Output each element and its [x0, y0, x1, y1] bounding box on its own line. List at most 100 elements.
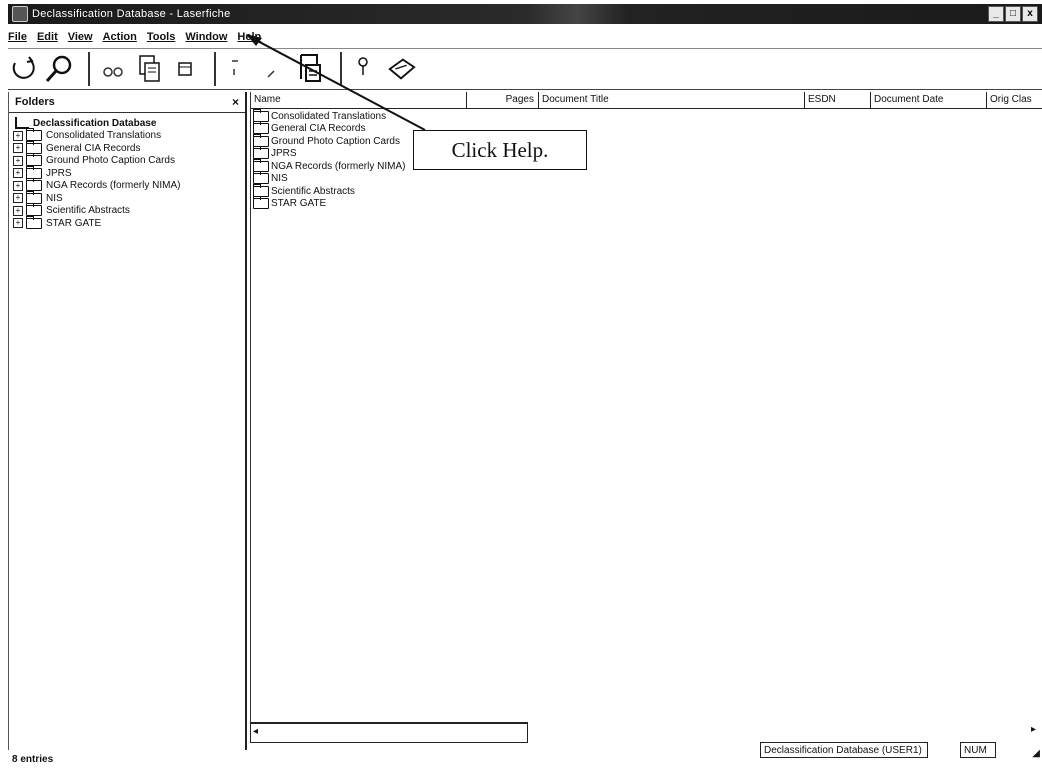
scroll-left-icon[interactable]: ◂: [253, 726, 258, 737]
entries-count: 8 entries: [12, 754, 54, 765]
folder-icon: [253, 108, 269, 122]
status-database: Declassification Database (USER1): [760, 742, 928, 758]
resize-grip-icon[interactable]: ◢: [1032, 748, 1040, 759]
list-item[interactable]: STAR GATE: [253, 196, 405, 211]
folder-tree: Declassification Database + Consolidated…: [9, 113, 245, 234]
menu-bar: File Edit View Action Tools Window Help: [8, 28, 261, 46]
pin-button[interactable]: [350, 53, 380, 85]
column-header-document-title[interactable]: Document Title: [539, 92, 805, 108]
folder-icon: [253, 121, 269, 135]
column-header-name[interactable]: Name: [251, 92, 467, 108]
maximize-button[interactable]: □: [1005, 6, 1021, 22]
scan-button[interactable]: [296, 53, 326, 85]
menu-edit[interactable]: Edit: [37, 31, 58, 43]
list-item[interactable]: NGA Records (formerly NIMA): [253, 158, 406, 173]
close-pane-button[interactable]: ×: [232, 95, 239, 109]
tree-item-label: Scientific Abstracts: [46, 205, 130, 217]
new-folder-button[interactable]: [8, 53, 38, 85]
expand-icon[interactable]: +: [13, 130, 23, 141]
window-title: Declassification Database - Laserfiche: [32, 8, 231, 20]
tree-item-star-gate[interactable]: + STAR GATE: [11, 215, 243, 230]
tree-item-scientific-abstracts[interactable]: + Scientific Abstracts: [11, 203, 243, 218]
edit-icon: [267, 70, 275, 78]
list-item[interactable]: Ground Photo Caption Cards: [253, 133, 405, 148]
folder-icon: [253, 158, 269, 172]
folder-icon: [26, 140, 42, 154]
expand-icon[interactable]: +: [13, 168, 23, 179]
folders-header: Folders ×: [9, 92, 245, 113]
close-button[interactable]: x: [1022, 6, 1038, 22]
tree-item-general-cia-records[interactable]: + General CIA Records: [11, 140, 243, 155]
tree-item-label: STAR GATE: [46, 217, 102, 229]
paste-icon: [178, 62, 192, 76]
list-item[interactable]: JPRS: [253, 146, 405, 161]
tree-item-ground-photo-caption-cards[interactable]: + Ground Photo Caption Cards: [11, 153, 243, 168]
copy-document-button[interactable]: [134, 53, 164, 85]
menu-file[interactable]: File: [8, 31, 27, 43]
folder-icon: [26, 153, 42, 167]
tree-item-label: JPRS: [46, 167, 72, 179]
tree-item-label: Ground Photo Caption Cards: [46, 155, 175, 167]
tree-item-label: Consolidated Translations: [46, 130, 162, 142]
list-item-label: Consolidated Translations: [271, 110, 387, 122]
folder-icon: [26, 165, 42, 179]
expand-icon[interactable]: +: [13, 205, 23, 216]
folder-icon: [26, 128, 42, 142]
list-header: Name Pages Document Title ESDN Document …: [251, 92, 1042, 109]
toolbar-separator: [214, 52, 216, 86]
folder-icon: [253, 146, 269, 160]
tree-item-nis[interactable]: + NIS: [11, 190, 243, 205]
list-item-label: NGA Records (formerly NIMA): [271, 160, 406, 172]
tree-item-label: General CIA Records: [46, 142, 141, 154]
binoculars-icon: [103, 67, 123, 77]
list-item[interactable]: General CIA Records: [253, 121, 405, 136]
list-item[interactable]: Consolidated Translations: [253, 108, 405, 123]
scroll-right-icon[interactable]: ▸: [1031, 724, 1036, 735]
binoculars-button[interactable]: [98, 53, 128, 85]
column-header-esdn[interactable]: ESDN: [805, 92, 871, 108]
briefcase-button[interactable]: [386, 53, 416, 85]
list-item-label: General CIA Records: [271, 123, 366, 135]
search-button[interactable]: [44, 53, 74, 85]
menu-view[interactable]: View: [68, 31, 93, 43]
column-header-document-date[interactable]: Document Date: [871, 92, 987, 108]
expand-icon[interactable]: +: [13, 180, 23, 191]
menu-tools[interactable]: Tools: [147, 31, 176, 43]
folder-icon: [253, 171, 269, 185]
folder-icon: [26, 190, 42, 204]
paste-button[interactable]: [170, 53, 200, 85]
expand-icon[interactable]: +: [13, 155, 23, 166]
new-folder-icon: [12, 56, 35, 79]
list-item-label: Ground Photo Caption Cards: [271, 135, 400, 147]
list-item-label: STAR GATE: [271, 198, 327, 210]
tree-root[interactable]: Declassification Database: [11, 117, 243, 130]
folder-icon: [26, 178, 42, 192]
list-item-label: Scientific Abstracts: [271, 185, 355, 197]
minimize-button[interactable]: _: [988, 6, 1004, 22]
tree-item-nga-records[interactable]: + NGA Records (formerly NIMA): [11, 178, 243, 193]
expand-icon[interactable]: +: [13, 193, 23, 204]
pin-icon: [358, 57, 368, 75]
column-header-pages[interactable]: Pages: [467, 92, 539, 108]
list-item[interactable]: Scientific Abstracts: [253, 183, 405, 198]
menu-help[interactable]: Help: [237, 31, 261, 43]
refresh-button[interactable]: [224, 53, 254, 85]
folders-title: Folders: [15, 96, 55, 108]
horizontal-scrollbar[interactable]: ◂: [250, 722, 528, 743]
folders-pane: Folders × Declassification Database + Co…: [8, 92, 247, 750]
edit-button[interactable]: [260, 53, 290, 85]
folder-icon: [26, 215, 42, 229]
list-item-label: JPRS: [271, 148, 297, 160]
refresh-icon: [232, 60, 238, 75]
expand-icon[interactable]: +: [13, 143, 23, 154]
column-header-orig-clas[interactable]: Orig Clas: [987, 92, 1042, 108]
menu-window[interactable]: Window: [185, 31, 227, 43]
folder-icon: [26, 203, 42, 217]
tree-item-consolidated-translations[interactable]: + Consolidated Translations: [11, 128, 243, 143]
tree-item-jprs[interactable]: + JPRS: [11, 165, 243, 180]
expand-icon[interactable]: +: [13, 218, 23, 229]
list-item-label: NIS: [271, 173, 288, 185]
list-item[interactable]: NIS: [253, 171, 405, 186]
briefcase-icon: [388, 58, 416, 80]
menu-action[interactable]: Action: [103, 31, 137, 43]
